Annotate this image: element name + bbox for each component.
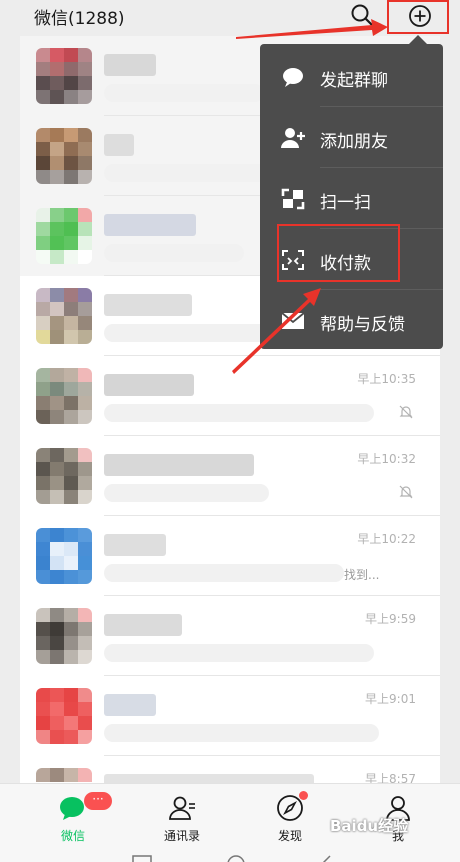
message-preview xyxy=(104,84,264,102)
contacts-icon xyxy=(169,796,195,820)
scan-icon xyxy=(281,188,305,210)
contact-name xyxy=(104,374,194,396)
message-snippet: 找到... xyxy=(344,568,380,582)
system-nav-bar xyxy=(132,855,331,862)
contact-name xyxy=(104,454,254,476)
add-friend-icon xyxy=(281,128,305,148)
baidu-watermark: Baidu经验 xyxy=(330,817,409,835)
menu-item-label: 扫一扫 xyxy=(320,193,371,213)
tab-discover[interactable]: 发现 xyxy=(255,790,325,850)
message-preview xyxy=(104,724,379,742)
mute-bell-icon xyxy=(399,485,413,499)
avatar xyxy=(36,288,92,344)
message-preview xyxy=(104,164,279,182)
menu-item-label: 发起群聊 xyxy=(320,71,388,91)
message-preview xyxy=(104,564,344,582)
menu-item-label: 帮助与反馈 xyxy=(320,315,405,335)
chat-time: 早上10:22 xyxy=(357,532,416,546)
chat-time: 早上9:59 xyxy=(365,612,416,626)
message-preview xyxy=(104,244,244,262)
contact-name xyxy=(104,294,192,316)
chat-row[interactable]: 早上9:01 xyxy=(20,676,440,756)
menu-item-help[interactable]: 帮助与反馈 xyxy=(260,290,443,351)
chat-time: 早上10:35 xyxy=(357,372,416,386)
chat-icon xyxy=(60,797,84,820)
tab-label: 通讯录 xyxy=(163,829,200,843)
tab-contacts[interactable]: 通讯录 xyxy=(147,790,217,850)
avatar xyxy=(36,128,92,184)
chat-time: 早上9:01 xyxy=(365,692,416,706)
menu-item-scan[interactable]: 扫一扫 xyxy=(260,168,443,229)
avatar xyxy=(36,208,92,264)
wechat-screen: 微信(1288) 早上10:35 早上10:32 找到... 早上10:22 早… xyxy=(0,0,460,862)
contact-name xyxy=(104,614,182,636)
chat-row[interactable]: 早上10:35 xyxy=(20,356,440,436)
avatar xyxy=(36,48,92,104)
search-icon[interactable] xyxy=(349,2,375,28)
message-preview xyxy=(104,484,269,502)
contact-name xyxy=(104,214,196,236)
chat-row[interactable]: 早上10:32 xyxy=(20,436,440,516)
message-preview xyxy=(104,644,374,662)
chat-bubble-icon xyxy=(283,68,303,87)
chat-time: 早上10:32 xyxy=(357,452,416,466)
tab-label: 微信 xyxy=(60,829,85,843)
contact-name xyxy=(104,134,134,156)
unread-badge: ··· xyxy=(84,792,112,810)
avatar xyxy=(36,608,92,664)
discover-red-dot xyxy=(299,791,308,800)
avatar xyxy=(36,688,92,744)
avatar xyxy=(36,528,92,584)
contact-name xyxy=(104,534,166,556)
menu-item-group-chat[interactable]: 发起群聊 xyxy=(260,46,443,107)
plus-popup-menu: 发起群聊 添加朋友 扫一扫 收付款 帮助与反馈 xyxy=(260,35,443,351)
contact-name xyxy=(104,54,156,76)
tab-label: 发现 xyxy=(277,829,302,843)
mail-icon xyxy=(281,312,305,329)
mute-bell-icon xyxy=(399,405,413,419)
avatar xyxy=(36,448,92,504)
chat-row[interactable]: 找到... 早上10:22 xyxy=(20,516,440,596)
message-preview xyxy=(104,404,374,422)
header-bar: 微信(1288) xyxy=(0,0,460,36)
app-title: 微信(1288) xyxy=(34,9,125,29)
menu-item-label: 添加朋友 xyxy=(320,132,388,152)
avatar xyxy=(36,368,92,424)
chat-row[interactable]: 早上9:59 xyxy=(20,596,440,676)
plus-circle-icon[interactable] xyxy=(408,4,432,28)
message-preview xyxy=(104,324,274,342)
payment-highlight-box xyxy=(277,224,400,282)
contact-name xyxy=(104,694,156,716)
menu-item-add-friend[interactable]: 添加朋友 xyxy=(260,107,443,168)
